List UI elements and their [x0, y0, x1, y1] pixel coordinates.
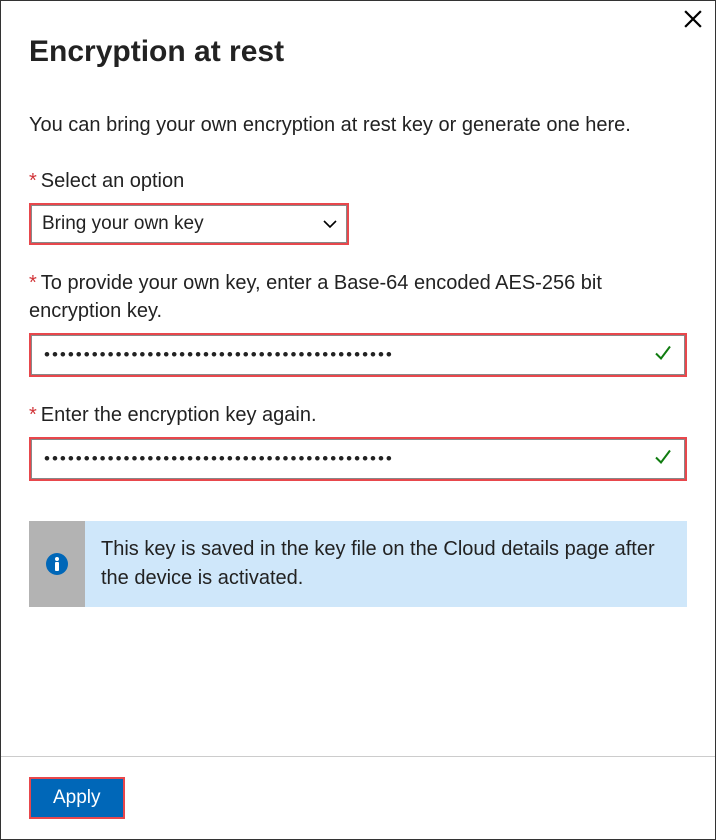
info-icon — [45, 552, 69, 576]
panel-footer: Apply — [1, 756, 715, 839]
key-confirm-highlight: ••••••••••••••••••••••••••••••••••••••••… — [29, 437, 687, 481]
key-input-highlight: ••••••••••••••••••••••••••••••••••••••••… — [29, 333, 687, 377]
panel-title: Encryption at rest — [29, 35, 687, 69]
close-button[interactable] — [681, 7, 705, 31]
key-confirm-value: ••••••••••••••••••••••••••••••••••••••••… — [44, 449, 394, 468]
info-message: This key is saved in the key file on the… — [85, 521, 687, 607]
apply-button-highlight: Apply — [29, 777, 125, 819]
encryption-panel: Encryption at rest You can bring your ow… — [0, 0, 716, 840]
checkmark-icon — [653, 447, 673, 472]
select-option-field: *Select an option Bring your own key — [29, 167, 687, 245]
select-option-label-text: Select an option — [41, 170, 184, 192]
select-option-dropdown[interactable]: Bring your own key — [31, 205, 347, 243]
required-marker: * — [29, 272, 37, 294]
info-callout: This key is saved in the key file on the… — [29, 521, 687, 607]
encryption-key-confirm-input[interactable]: ••••••••••••••••••••••••••••••••••••••••… — [31, 439, 685, 479]
key-input-label: *To provide your own key, enter a Base-6… — [29, 269, 687, 325]
key-confirm-label: *Enter the encryption key again. — [29, 401, 687, 429]
select-option-value: Bring your own key — [42, 213, 204, 235]
checkmark-icon — [653, 343, 673, 368]
select-option-highlight: Bring your own key — [29, 203, 349, 245]
key-confirm-field: *Enter the encryption key again. •••••••… — [29, 401, 687, 481]
apply-button[interactable]: Apply — [31, 779, 123, 817]
panel-description: You can bring your own encryption at res… — [29, 111, 687, 139]
chevron-down-icon — [323, 213, 337, 235]
key-input-label-text: To provide your own key, enter a Base-64… — [29, 272, 602, 322]
info-icon-container — [29, 521, 85, 607]
encryption-key-input[interactable]: ••••••••••••••••••••••••••••••••••••••••… — [31, 335, 685, 375]
key-input-value: ••••••••••••••••••••••••••••••••••••••••… — [44, 345, 394, 364]
key-input-field: *To provide your own key, enter a Base-6… — [29, 269, 687, 377]
panel-content: Encryption at rest You can bring your ow… — [1, 1, 715, 756]
required-marker: * — [29, 404, 37, 426]
required-marker: * — [29, 170, 37, 192]
select-option-label: *Select an option — [29, 167, 687, 195]
key-confirm-label-text: Enter the encryption key again. — [41, 404, 317, 426]
close-icon — [684, 10, 702, 28]
